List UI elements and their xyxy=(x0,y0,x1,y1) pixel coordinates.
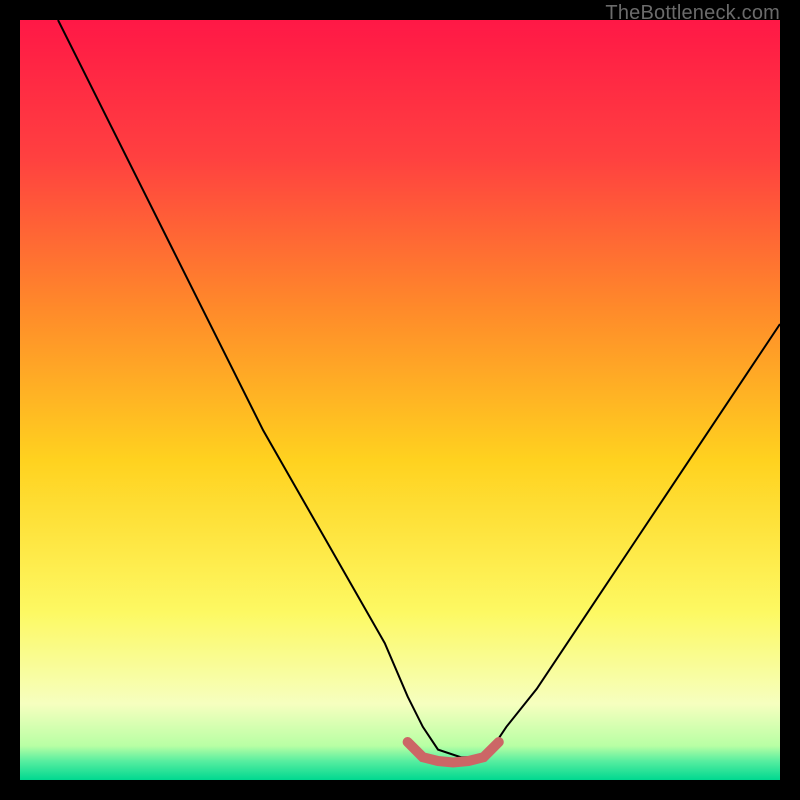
bottleneck-chart xyxy=(20,20,780,780)
gradient-background xyxy=(20,20,780,780)
watermark: TheBottleneck.com xyxy=(605,2,780,25)
chart-frame: TheBottleneck.com xyxy=(0,0,800,800)
